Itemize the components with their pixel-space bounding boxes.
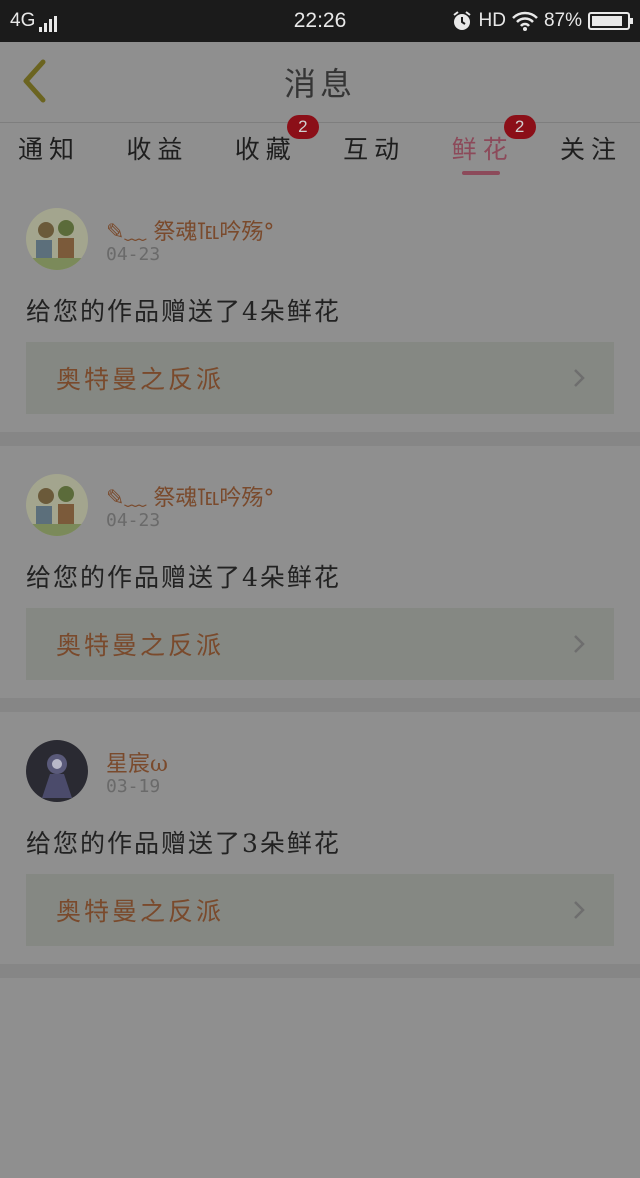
unread-badge: 2 bbox=[286, 114, 319, 139]
tab-label: 鲜花 bbox=[451, 134, 514, 164]
message-text: 给您的作品赠送了4朵鲜花 bbox=[26, 563, 341, 592]
tab-favorites[interactable]: 收藏 2 bbox=[234, 114, 319, 179]
tab-label: 互动 bbox=[343, 134, 406, 164]
work-title: 奥特曼之反派 bbox=[56, 897, 225, 926]
tab-label: 收益 bbox=[126, 134, 189, 164]
network-indicator: 4G bbox=[10, 10, 58, 32]
empty-area bbox=[0, 978, 640, 1178]
tab-label: 关注 bbox=[559, 134, 622, 164]
tab-label: 通知 bbox=[18, 134, 81, 164]
header-bar: 消息 bbox=[0, 42, 640, 122]
divider bbox=[0, 432, 640, 446]
message-date: 03-19 bbox=[106, 776, 161, 797]
page-title: 消息 bbox=[283, 65, 356, 103]
wifi-icon bbox=[512, 11, 538, 31]
back-button[interactable] bbox=[14, 56, 54, 106]
active-tab-indicator bbox=[461, 170, 500, 175]
work-title: 奥特曼之反派 bbox=[56, 365, 225, 394]
work-link[interactable]: 奥特曼之反派 bbox=[26, 874, 614, 946]
work-title: 奥特曼之反派 bbox=[56, 631, 225, 660]
tab-earnings[interactable]: 收益 bbox=[126, 123, 188, 179]
chevron-right-icon bbox=[574, 369, 585, 387]
avatar[interactable] bbox=[26, 208, 88, 270]
username[interactable]: ✎﹏ 祭魂℡吟殇° bbox=[106, 480, 274, 512]
tab-label: 收藏 bbox=[234, 134, 297, 164]
list-item: ✎﹏ 祭魂℡吟殇° 04-23 给您的作品赠送了4朵鲜花 奥特曼之反派 bbox=[0, 446, 640, 698]
list-item: 星宸ω 03-19 给您的作品赠送了3朵鲜花 奥特曼之反派 bbox=[0, 712, 640, 964]
message-text: 给您的作品赠送了4朵鲜花 bbox=[26, 297, 341, 326]
avatar[interactable] bbox=[26, 740, 88, 802]
battery-icon bbox=[588, 12, 633, 30]
work-link[interactable]: 奥特曼之反派 bbox=[26, 608, 614, 680]
status-bar: 4G 22:26 HD 87% bbox=[0, 0, 640, 42]
tab-bar: 通知 收益 收藏 2 互动 鲜花 2 关注 bbox=[0, 114, 640, 179]
tab-notice[interactable]: 通知 bbox=[18, 123, 80, 179]
username[interactable]: 星宸ω bbox=[106, 746, 168, 778]
message-list: ✎﹏ 祭魂℡吟殇° 04-23 给您的作品赠送了4朵鲜花 奥特曼之反派 ✎﹏ 祭… bbox=[0, 180, 640, 1178]
signal-icon bbox=[39, 16, 58, 32]
battery-percent: 87% bbox=[543, 10, 582, 31]
chevron-left-icon bbox=[23, 59, 46, 103]
avatar[interactable] bbox=[26, 474, 88, 536]
tab-flowers[interactable]: 鲜花 2 bbox=[451, 114, 536, 179]
chevron-right-icon bbox=[574, 901, 585, 919]
divider bbox=[0, 964, 640, 978]
work-link[interactable]: 奥特曼之反派 bbox=[26, 342, 614, 414]
network-type: 4G bbox=[10, 10, 36, 31]
message-text: 给您的作品赠送了3朵鲜花 bbox=[26, 829, 341, 858]
message-date: 04-23 bbox=[106, 510, 161, 531]
username[interactable]: ✎﹏ 祭魂℡吟殇° bbox=[106, 214, 274, 246]
alarm-icon bbox=[452, 11, 471, 30]
hd-indicator: HD bbox=[478, 10, 506, 31]
unread-badge: 2 bbox=[503, 114, 536, 139]
list-item: ✎﹏ 祭魂℡吟殇° 04-23 给您的作品赠送了4朵鲜花 奥特曼之反派 bbox=[0, 180, 640, 432]
divider bbox=[0, 698, 640, 712]
tab-interaction[interactable]: 互动 bbox=[343, 123, 405, 179]
message-date: 04-23 bbox=[106, 244, 161, 265]
tab-following[interactable]: 关注 bbox=[560, 123, 622, 179]
chevron-right-icon bbox=[574, 635, 585, 653]
